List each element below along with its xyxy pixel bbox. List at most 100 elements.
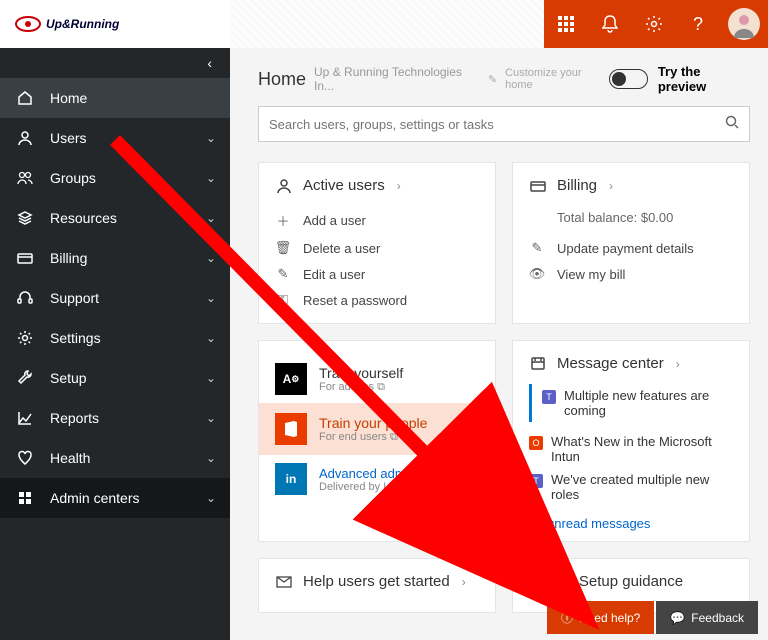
toggle-switch[interactable] — [609, 69, 648, 89]
users-icon — [14, 130, 36, 146]
breadcrumb-org: Up & Running Technologies In... — [314, 65, 480, 93]
card-active-users: Active users › ＋Add a user 🗑Delete a use… — [258, 162, 496, 324]
external-link-icon: ⧉ — [390, 431, 398, 443]
breadcrumb: Home Up & Running Technologies In... ✎ C… — [258, 65, 609, 93]
train-people-row[interactable]: Train your peopleFor end users ⧉ — [259, 403, 495, 455]
sidebar-item-reports[interactable]: Reports ⌄ — [0, 398, 230, 438]
chevron-down-icon: ⌄ — [206, 211, 216, 225]
pencil-icon: ✎ — [529, 240, 545, 256]
chevron-down-icon: ⌄ — [206, 371, 216, 385]
sidebar-item-health[interactable]: Health ⌄ — [0, 438, 230, 478]
toggle-label: Try the preview — [658, 64, 750, 94]
card-message-center: Message center › TMultiple new features … — [512, 340, 750, 542]
office-tile-icon — [275, 413, 307, 445]
card-header[interactable]: Help users get started › — [275, 573, 479, 590]
user-avatar[interactable] — [728, 8, 760, 40]
sidebar-item-resources[interactable]: Resources ⌄ — [0, 198, 230, 238]
card-help-users: Help users get started › — [258, 558, 496, 613]
card-training: A⚙ Train yourselfFor admins ⧉ Train your… — [258, 340, 496, 542]
card-header[interactable]: Billing › — [529, 177, 733, 194]
action-delete-user[interactable]: 🗑Delete a user — [275, 235, 479, 261]
topbar-background — [230, 0, 544, 48]
company-logo: Up&Running — [6, 14, 119, 34]
message-center-icon — [529, 356, 547, 372]
reports-icon — [14, 410, 36, 426]
pencil-icon: ✎ — [275, 266, 291, 282]
action-reset-password[interactable]: ⚿Reset a password — [275, 287, 479, 313]
home-icon — [14, 90, 36, 106]
support-icon — [14, 290, 36, 306]
chevron-right-icon: › — [397, 179, 401, 193]
chevron-right-icon: › — [462, 575, 466, 589]
sidebar-item-label: Admin centers — [50, 490, 206, 506]
page-title: Home — [258, 69, 306, 90]
sidebar-item-billing[interactable]: Billing ⌄ — [0, 238, 230, 278]
card-header[interactable]: Setup guidance — [529, 573, 733, 590]
app-launcher-button[interactable] — [544, 0, 588, 48]
sidebar-item-label: Groups — [50, 170, 206, 186]
help-button[interactable]: ? — [676, 0, 720, 48]
key-icon: ⚿ — [275, 292, 291, 308]
action-update-payment[interactable]: ✎Update payment details — [529, 235, 733, 261]
chat-icon: 💬 — [670, 611, 685, 625]
action-add-user[interactable]: ＋Add a user — [275, 206, 479, 235]
mail-icon — [275, 576, 293, 588]
search-box[interactable] — [258, 106, 750, 142]
chevron-down-icon: ⌄ — [206, 411, 216, 425]
sidebar-item-label: Resources — [50, 210, 206, 226]
billing-icon — [14, 250, 36, 266]
chevron-left-icon: ‹ — [207, 55, 212, 71]
try-preview-toggle[interactable]: Try the preview — [609, 64, 750, 94]
unread-messages-link[interactable]: 38 unread messages — [529, 516, 733, 531]
user-icon — [275, 178, 293, 194]
feedback-button[interactable]: 💬Feedback — [656, 601, 758, 634]
action-edit-user[interactable]: ✎Edit a user — [275, 261, 479, 287]
search-icon[interactable] — [725, 115, 739, 134]
admin-tile-icon: A⚙ — [275, 363, 307, 395]
message-item[interactable]: OWhat's New in the Microsoft Intun — [529, 430, 733, 468]
sidebar-item-admin-centers[interactable]: Admin centers ⌄ — [0, 478, 230, 518]
trash-icon: 🗑 — [275, 240, 291, 256]
sidebar-item-users[interactable]: Users ⌄ — [0, 118, 230, 158]
train-yourself-row[interactable]: A⚙ Train yourselfFor admins ⧉ — [275, 355, 479, 403]
message-item[interactable]: TWe've created multiple new roles — [529, 468, 733, 506]
sidebar-item-label: Users — [50, 130, 206, 146]
card-icon — [529, 178, 547, 194]
settings-button[interactable] — [632, 0, 676, 48]
sidebar-item-label: Settings — [50, 330, 206, 346]
resources-icon — [14, 210, 36, 226]
sidebar-item-label: Support — [50, 290, 206, 306]
sidebar-item-settings[interactable]: Settings ⌄ — [0, 318, 230, 358]
notifications-button[interactable] — [588, 0, 632, 48]
logo-area: Up&Running — [0, 0, 230, 48]
card-header[interactable]: Active users › — [275, 177, 479, 194]
sidebar-item-label: Billing — [50, 250, 206, 266]
chevron-down-icon: ⌄ — [206, 131, 216, 145]
sidebar: ‹ Home Users ⌄ Groups ⌄ Resources ⌄ Bill… — [0, 48, 230, 640]
sidebar-item-setup[interactable]: Setup ⌄ — [0, 358, 230, 398]
groups-icon — [14, 170, 36, 186]
sidebar-item-home[interactable]: Home — [0, 78, 230, 118]
sidebar-item-label: Setup — [50, 370, 206, 386]
message-item[interactable]: TMultiple new features are coming — [542, 384, 733, 422]
chevron-down-icon: ⌄ — [206, 291, 216, 305]
main-content: Home Up & Running Technologies In... ✎ C… — [230, 48, 768, 640]
action-view-bill[interactable]: 👁View my bill — [529, 261, 733, 287]
balance-text: Total balance: $0.00 — [529, 206, 733, 235]
linkedin-training-row[interactable]: in Advanced admin traini...Delivered by … — [275, 455, 479, 503]
chevron-down-icon: ⌄ — [206, 331, 216, 345]
need-help-button[interactable]: ⓘNeed help? — [547, 601, 654, 634]
chevron-down-icon: ⌄ — [206, 171, 216, 185]
linkedin-tile-icon: in — [275, 463, 307, 495]
sidebar-item-label: Reports — [50, 410, 206, 426]
card-header[interactable]: Message center › — [529, 355, 733, 372]
admin-centers-icon — [14, 490, 36, 506]
chevron-right-icon: › — [609, 179, 613, 193]
search-input[interactable] — [269, 117, 725, 132]
sidebar-item-support[interactable]: Support ⌄ — [0, 278, 230, 318]
sidebar-item-groups[interactable]: Groups ⌄ — [0, 158, 230, 198]
edit-icon[interactable]: ✎ — [488, 73, 497, 86]
collapse-sidebar-button[interactable]: ‹ — [0, 48, 230, 78]
eye-icon: 👁 — [529, 266, 545, 282]
chevron-down-icon: ⌄ — [206, 251, 216, 265]
